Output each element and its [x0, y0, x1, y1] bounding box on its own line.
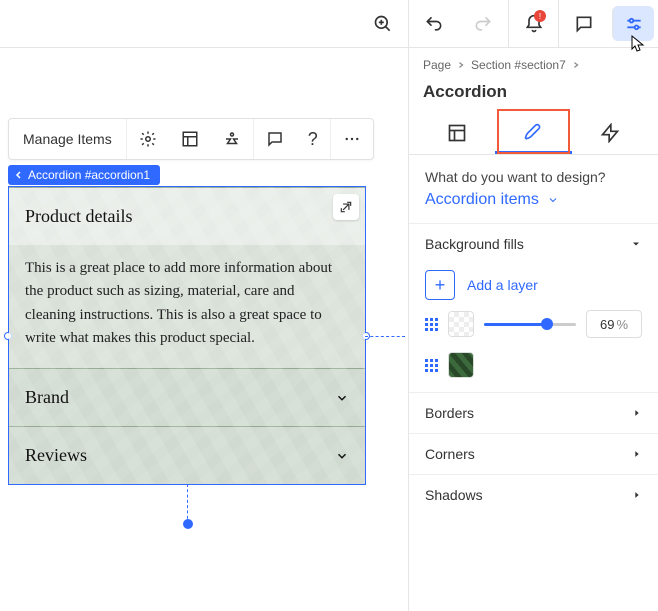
- canvas[interactable]: Manage Items ? Accordion #accordion1 Pro…: [0, 48, 408, 611]
- comments-button[interactable]: [558, 0, 608, 47]
- fill-layer-row: [409, 352, 658, 392]
- accordion-item-header[interactable]: Product details: [9, 188, 365, 245]
- accordion-item-title: Brand: [25, 387, 69, 408]
- panel-title: Accordion: [409, 82, 658, 112]
- layout-button[interactable]: [169, 119, 211, 159]
- guide-dot[interactable]: [183, 519, 193, 529]
- notification-badge: !: [534, 10, 546, 22]
- breadcrumb[interactable]: Page Section #section7: [409, 48, 658, 82]
- selection-pill[interactable]: Accordion #accordion1: [8, 165, 160, 185]
- accordion-item-body[interactable]: This is a great place to add more inform…: [9, 245, 365, 368]
- top-toolbar: !: [0, 0, 658, 48]
- shadows-label: Shadows: [425, 487, 483, 503]
- accordion-item-title: Reviews: [25, 445, 87, 466]
- chevron-down-icon: [335, 391, 349, 405]
- notifications-button[interactable]: !: [508, 0, 558, 47]
- slider-fill: [484, 323, 547, 326]
- breadcrumb-item[interactable]: Page: [423, 58, 451, 72]
- fill-swatch[interactable]: [448, 352, 474, 378]
- design-target-label: Accordion items: [425, 191, 539, 209]
- borders-label: Borders: [425, 405, 474, 421]
- accordion-item-title: Product details: [25, 206, 132, 227]
- animation-button[interactable]: [211, 119, 253, 159]
- background-fills-label: Background fills: [425, 236, 524, 252]
- corners-label: Corners: [425, 446, 475, 462]
- chevron-down-icon: [335, 449, 349, 463]
- tab-layout[interactable]: [419, 112, 495, 154]
- element-settings-button[interactable]: [127, 119, 169, 159]
- guide-vertical: [187, 484, 188, 524]
- expand-button[interactable]: [333, 194, 359, 220]
- guide-horizontal: [365, 336, 405, 337]
- more-button[interactable]: [330, 119, 373, 159]
- comment-button[interactable]: [253, 119, 296, 159]
- accordion-item-header[interactable]: Brand: [9, 369, 365, 426]
- add-layer-label[interactable]: Add a layer: [467, 277, 538, 293]
- fill-swatch[interactable]: [448, 311, 474, 337]
- settings-toggle-button[interactable]: [612, 6, 654, 41]
- breadcrumb-item[interactable]: Section #section7: [471, 58, 566, 72]
- accordion-widget[interactable]: Product details This is a great place to…: [8, 186, 366, 485]
- opacity-slider[interactable]: [484, 323, 576, 326]
- tab-effects[interactable]: [572, 112, 648, 154]
- corners-section[interactable]: Corners: [409, 433, 658, 474]
- opacity-value: 69: [600, 317, 614, 332]
- tab-design[interactable]: [495, 112, 571, 154]
- fill-layer-row: 69%: [409, 310, 658, 352]
- add-layer-button[interactable]: +: [425, 270, 455, 300]
- inspector-panel: Page Section #section7 Accordion What do…: [408, 48, 658, 611]
- slider-thumb[interactable]: [541, 318, 553, 330]
- opacity-unit: %: [616, 317, 628, 332]
- undo-button[interactable]: [408, 0, 458, 47]
- shadows-section[interactable]: Shadows: [409, 474, 658, 515]
- help-button[interactable]: ?: [296, 119, 330, 159]
- drag-grip-icon[interactable]: [425, 359, 438, 372]
- design-target-dropdown[interactable]: Accordion items: [409, 191, 658, 223]
- redo-button[interactable]: [458, 0, 508, 47]
- zoom-in-button[interactable]: [358, 0, 408, 47]
- main-area: Manage Items ? Accordion #accordion1 Pro…: [0, 48, 658, 611]
- background-fills-header[interactable]: Background fills: [409, 224, 658, 264]
- design-question: What do you want to design?: [409, 155, 658, 191]
- accordion-item-header[interactable]: Reviews: [9, 427, 365, 484]
- selection-label: Accordion #accordion1: [28, 168, 150, 182]
- inspector-tabs: [409, 112, 658, 155]
- borders-section[interactable]: Borders: [409, 392, 658, 433]
- drag-grip-icon[interactable]: [425, 318, 438, 331]
- manage-items-button[interactable]: Manage Items: [9, 119, 127, 159]
- opacity-input[interactable]: 69%: [586, 310, 642, 338]
- element-toolbar: Manage Items ?: [8, 118, 374, 160]
